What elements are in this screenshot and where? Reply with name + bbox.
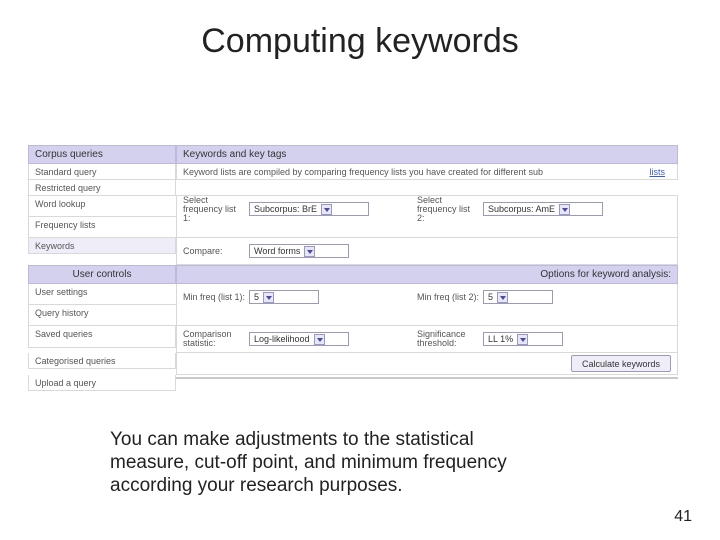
sig-label: Significance threshold: [417,330,479,348]
list2-value: Subcorpus: AmE [488,203,555,215]
list1-select[interactable]: Subcorpus: BrE [249,202,369,216]
sidebar-item-standard-query[interactable]: Standard query [28,164,176,180]
min2-value: 5 [488,291,493,303]
stat-label: Comparison statistic: [183,330,245,348]
divider [176,377,678,379]
chevron-down-icon [321,204,332,215]
min1-label: Min freq (list 1): [183,293,245,302]
list2-label: Select frequency list 2: [417,196,479,223]
sidebar-item-upload-query[interactable]: Upload a query [28,375,176,391]
sidebar-header-user: User controls [28,265,176,284]
chevron-down-icon [559,204,570,215]
compare-select[interactable]: Word forms [249,244,349,258]
min2-select[interactable]: 5 [483,290,553,304]
compare-value: Word forms [254,245,300,257]
chevron-down-icon [314,334,325,345]
sidebar-item-restricted-query[interactable]: Restricted query [28,180,176,196]
sidebar-item-word-lookup[interactable]: Word lookup [28,196,176,217]
calculate-keywords-button[interactable]: Calculate keywords [571,355,671,372]
sidebar-item-user-settings[interactable]: User settings [28,284,176,305]
chevron-down-icon [517,334,528,345]
chevron-down-icon [497,292,508,303]
list1-value: Subcorpus: BrE [254,203,317,215]
slide-title: Computing keywords [0,22,720,61]
min1-select[interactable]: 5 [249,290,319,304]
sidebar-item-saved-queries[interactable]: Saved queries [28,326,176,348]
app-screenshot: Corpus queries Keywords and key tags Sta… [28,145,678,391]
intro-text-body: Keyword lists are compiled by comparing … [183,166,543,178]
stat-value: Log-likelihood [254,333,310,345]
chevron-down-icon [263,292,274,303]
page-number: 41 [674,508,692,526]
min1-value: 5 [254,291,259,303]
sidebar-header-corpus: Corpus queries [28,145,176,164]
slide-caption: You can make adjustments to the statisti… [110,428,530,497]
sig-value: LL 1% [488,333,513,345]
sidebar-item-keywords[interactable]: Keywords [28,238,176,254]
intro-text: Keyword lists are compiled by comparing … [176,164,678,180]
sig-select[interactable]: LL 1% [483,332,563,346]
chevron-down-icon [304,246,315,257]
lists-link[interactable]: lists [650,166,666,178]
panel-header-options: Options for keyword analysis: [176,265,678,284]
sidebar-item-query-history[interactable]: Query history [28,305,176,326]
sidebar-item-frequency-lists[interactable]: Frequency lists [28,217,176,238]
compare-label: Compare: [183,247,245,256]
list1-label: Select frequency list 1: [183,196,245,223]
list2-select[interactable]: Subcorpus: AmE [483,202,603,216]
panel-header-keywords: Keywords and key tags [176,145,678,164]
min2-label: Min freq (list 2): [417,293,479,302]
stat-select[interactable]: Log-likelihood [249,332,349,346]
sidebar-item-categorised-queries[interactable]: Categorised queries [28,353,176,369]
